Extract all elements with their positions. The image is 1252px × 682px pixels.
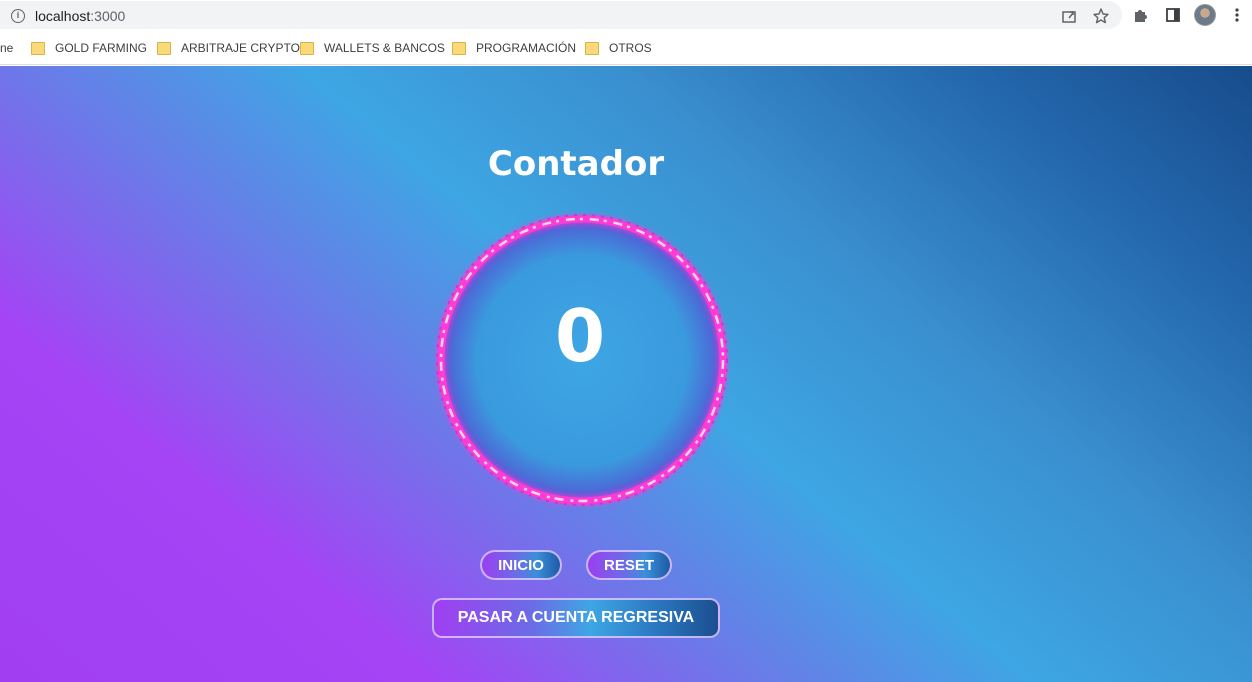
- folder-icon: [585, 41, 599, 55]
- bookmark-wallets-bancos[interactable]: WALLETS & BANCOS: [300, 39, 445, 57]
- browser-address-bar: i localhost:3000: [0, 0, 1252, 31]
- sidepanel-icon[interactable]: [1164, 6, 1182, 24]
- info-icon[interactable]: i: [11, 9, 25, 23]
- url-host: localhost: [35, 8, 91, 24]
- bookmark-programacion[interactable]: PROGRAMACIÓN: [452, 39, 576, 57]
- bookmark-label: GOLD FARMING: [55, 41, 148, 55]
- bookmark-label: ARBITRAJE CRYPTO: [181, 41, 300, 55]
- share-icon[interactable]: [1060, 7, 1078, 25]
- app-viewport: Contador 0 INICIO RESET PASAR A CUENTA R…: [0, 66, 1252, 682]
- bookmark-label: WALLETS & BANCOS: [324, 41, 445, 55]
- page-title: Contador: [487, 144, 665, 184]
- bookmarks-bar: ne GOLD FARMING ARBITRAJE CRYPTO WALLETS…: [0, 31, 1252, 65]
- folder-icon: [31, 41, 45, 55]
- url-port: :3000: [90, 8, 126, 24]
- bookmark-arbitraje-crypto[interactable]: ARBITRAJE CRYPTO: [157, 39, 300, 57]
- start-button[interactable]: INICIO: [480, 550, 562, 580]
- star-icon[interactable]: [1092, 7, 1110, 25]
- folder-icon: [157, 41, 171, 55]
- switch-to-countdown-button[interactable]: PASAR A CUENTA REGRESIVA: [432, 598, 720, 638]
- reset-button[interactable]: RESET: [586, 550, 672, 580]
- kebab-menu-icon[interactable]: [1228, 6, 1246, 24]
- bookmark-label: PROGRAMACIÓN: [476, 41, 577, 55]
- omnibox[interactable]: i localhost:3000: [0, 1, 1122, 29]
- bookmark-otros[interactable]: OTROS: [585, 39, 652, 57]
- puzzle-icon[interactable]: [1132, 6, 1150, 24]
- bookmark-partial[interactable]: ne: [0, 39, 13, 57]
- counter-value: 0: [554, 294, 606, 378]
- folder-icon: [300, 41, 314, 55]
- bookmark-gold-farming[interactable]: GOLD FARMING: [31, 39, 147, 57]
- bookmark-label: OTROS: [609, 41, 652, 55]
- url-text[interactable]: localhost:3000: [35, 8, 125, 24]
- avatar[interactable]: [1194, 4, 1216, 26]
- folder-icon: [452, 41, 466, 55]
